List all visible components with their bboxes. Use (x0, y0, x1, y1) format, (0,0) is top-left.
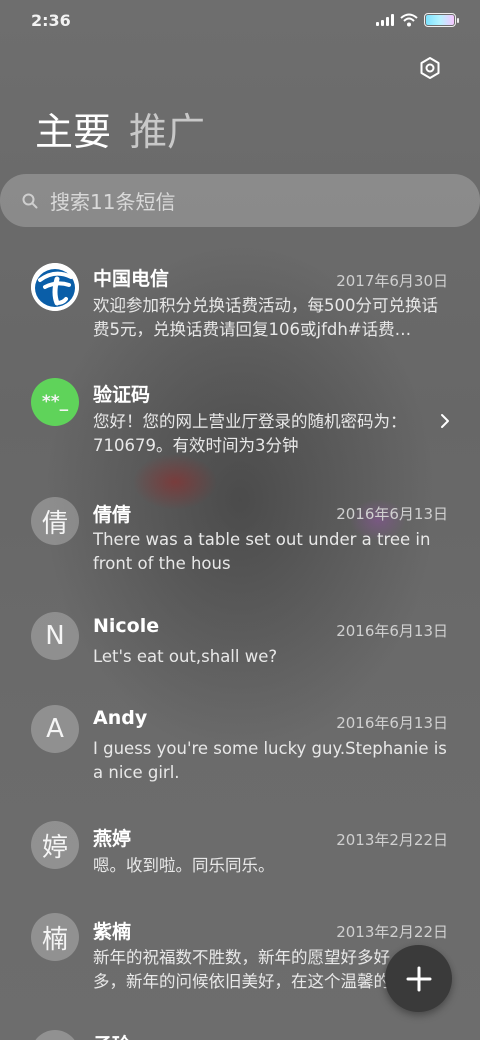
conversation-name: 紫楠 (93, 921, 132, 943)
conversation-date: 2013年2月22日 (336, 831, 448, 849)
conversation-date: 2016年6月13日 (336, 622, 448, 640)
conversation-preview: 欢迎参加积分兑换话费活动，每500分可兑换话费5元，兑换话费请回复106或jfd… (93, 296, 438, 339)
conversation-name: Andy (93, 707, 148, 729)
conversation-item-andy[interactable]: A Andy 2016年6月13日 I guess you're some lu… (0, 698, 480, 808)
contact-initial-avatar: A (31, 705, 79, 753)
battery-icon (424, 13, 459, 27)
compose-button[interactable] (385, 945, 452, 1012)
conversation-date: 2016年6月13日 (336, 505, 448, 523)
search-bar[interactable]: 搜索11条短信 (0, 174, 480, 227)
conversation-name: 中国电信 (93, 268, 170, 290)
conversation-item-ziling[interactable]: 子玲 (0, 1020, 480, 1040)
signal-icon (376, 14, 394, 26)
search-icon (22, 193, 38, 208)
plus-icon (406, 966, 431, 991)
tab-primary[interactable]: 主要 (35, 108, 111, 156)
contact-initial-avatar: 倩 (31, 497, 79, 545)
conversation-item-china-telecom[interactable]: 中国电信 2017年6月30日 欢迎参加积分兑换话费活动，每500分可兑换话费5… (0, 250, 480, 360)
chevron-right-icon[interactable] (438, 413, 452, 429)
gear-icon (420, 57, 440, 79)
conversation-item-verification-code[interactable]: **_ 验证码 您好！您的网上营业厅登录的随机密码为：710679。有效时间为3… (0, 368, 480, 478)
status-bar: 2:36 (0, 0, 480, 40)
search-placeholder: 搜索11条短信 (50, 190, 176, 214)
conversation-item-qianqian[interactable]: 倩 倩倩 2016年6月13日 There was a table set ou… (0, 487, 480, 597)
conversation-name: 倩倩 (93, 504, 132, 526)
contact-initial-avatar: 楠 (31, 913, 79, 961)
conversation-name: 验证码 (93, 384, 151, 406)
conversation-date: 2013年2月22日 (336, 923, 448, 941)
settings-button[interactable] (418, 56, 442, 80)
conversation-preview: 您好！您的网上营业厅登录的随机密码为：710679。有效时间为3分钟 (93, 412, 407, 455)
status-time: 2:36 (31, 10, 71, 30)
conversation-preview: I guess you're some lucky guy.Stephanie … (93, 739, 447, 782)
verification-code-avatar: **_ (31, 378, 79, 426)
conversation-preview: 嗯。收到啦。同乐同乐。 (93, 856, 275, 875)
conversation-item-yanting[interactable]: 婷 燕婷 2013年2月22日 嗯。收到啦。同乐同乐。 (0, 815, 480, 925)
conversation-date: 2016年6月13日 (336, 714, 448, 732)
conversation-preview: There was a table set out under a tree i… (93, 530, 431, 573)
tab-promotions[interactable]: 推广 (129, 108, 205, 156)
contact-initial-avatar: 婷 (31, 821, 79, 869)
conversation-name: 子玲 (93, 1030, 131, 1040)
china-telecom-logo-avatar (31, 263, 79, 311)
contact-initial-avatar: N (31, 612, 79, 660)
conversation-name: Nicole (93, 615, 160, 637)
conversation-name: 燕婷 (93, 828, 132, 850)
wifi-icon (400, 13, 418, 27)
conversation-preview: 新年的祝福数不胜数，新年的愿望好多好多，新年的问候依旧美好，在这个温馨的时刻 (93, 948, 407, 991)
conversation-date: 2017年6月30日 (336, 272, 448, 290)
tab-bar: 主要 推广 (35, 108, 205, 156)
conversation-preview: Let's eat out,shall we? (93, 647, 278, 666)
contact-initial-avatar (31, 1030, 79, 1040)
status-icons (376, 13, 459, 27)
